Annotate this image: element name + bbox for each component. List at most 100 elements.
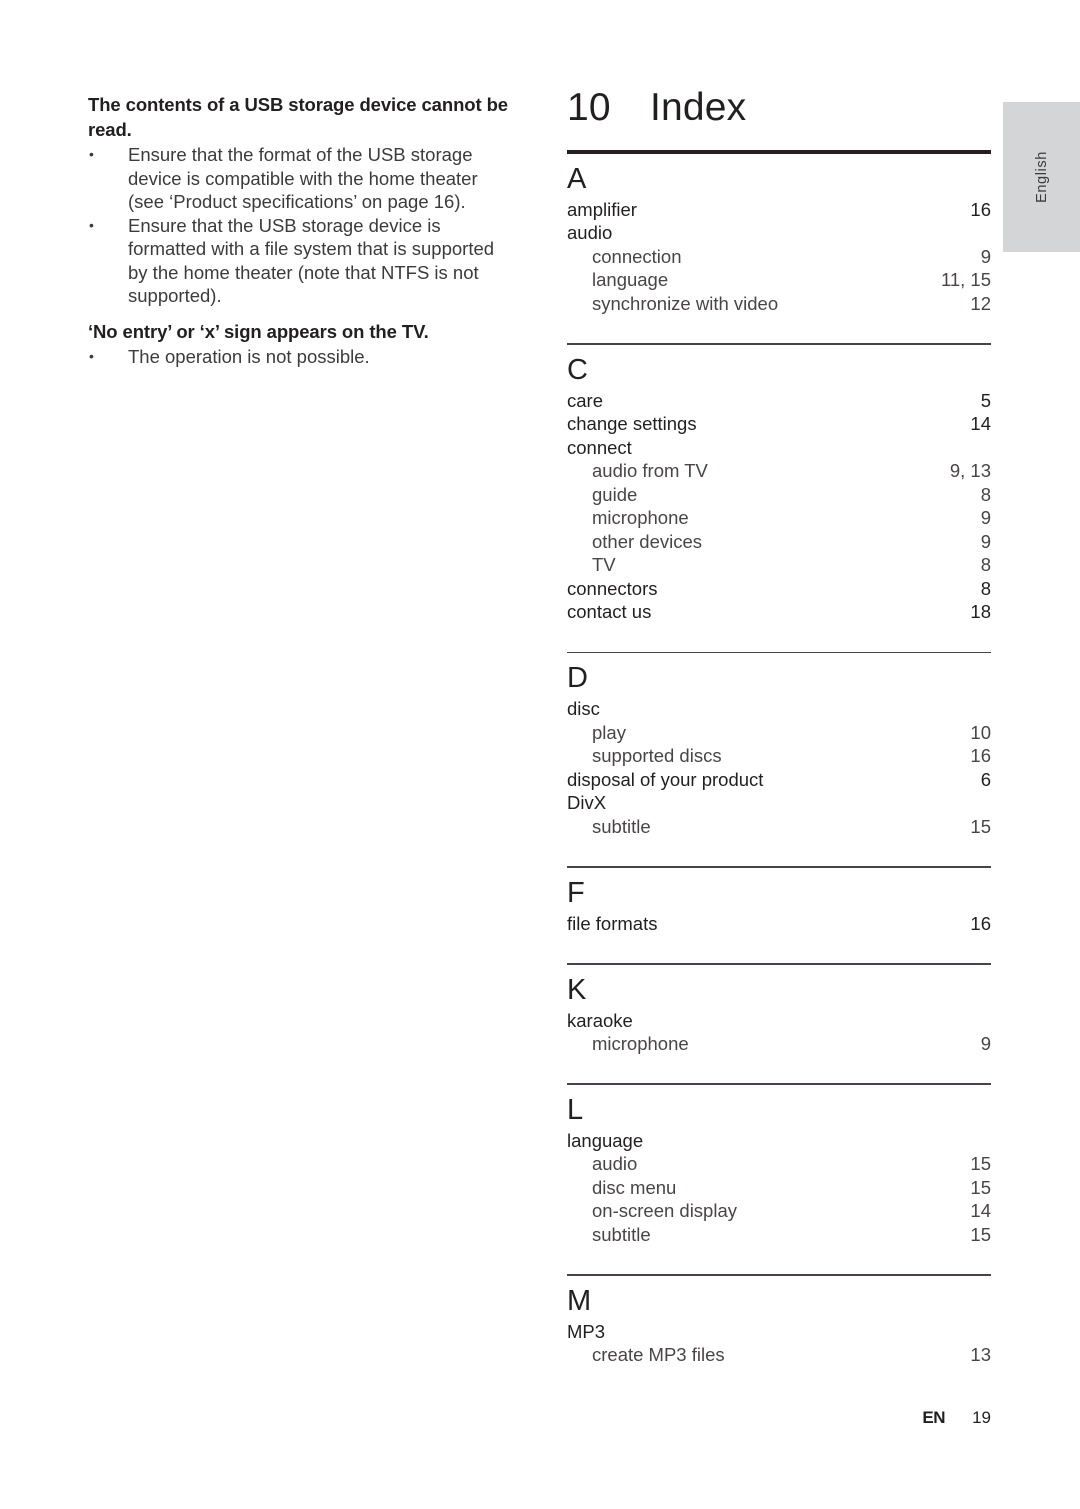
index-column: 10 Index Aamplifier 16 audio connection 9 lan… [567,86,991,1367]
index-entry-label: audio [592,1153,638,1175]
index-subentry[interactable]: on-screen display 14 [567,1199,991,1222]
index-entry-page: 9 [980,245,991,267]
index-subentry[interactable]: subtitle 15 [567,1223,991,1246]
index-entry-page: 10 [970,721,991,743]
index-section-f: Ffile formats 16 [567,868,991,935]
page-title: 10 Index [567,86,747,129]
index-entry-label: disc menu [592,1176,677,1198]
index-section-letter: M [567,1284,592,1317]
index-subentry[interactable]: TV 8 [567,553,991,576]
index-subentry[interactable]: language 11, 15 [567,268,991,291]
index-section-letter: F [567,876,585,909]
index-entry[interactable]: care 5 [567,389,991,412]
index-entry-label: connection [592,245,682,267]
index-entry-label: disc [567,698,600,720]
bullet-item-text: The operation is not possible. [128,346,370,368]
index-entry-label: subtitle [592,1223,651,1245]
index-section-m: M MP3 create MP3 files 13 [567,1276,991,1367]
index-section-letter: C [567,353,588,386]
index-entry-page: 8 [980,483,991,505]
index-entry-page: 9 [980,507,991,529]
index-section-d: Ddisc play 10 supported discs 16 disposal of … [567,653,991,838]
bullet-item-text: Ensure that the USB storage device is fo… [128,214,495,307]
index-section-c: Ccare 5 change settings 14 connect audio from… [567,345,991,624]
index-entry-label: contact us [567,601,652,623]
index-subentry[interactable]: microphone 9 [567,506,991,529]
index-subentry[interactable]: audio from TV 9, 13 [567,459,991,482]
index-entry-label: language [592,269,669,291]
index-entry[interactable]: change settings 14 [567,412,991,435]
index-subentry[interactable]: subtitle 15 [567,815,991,838]
index-section-letter: A [567,162,587,195]
index-entry[interactable]: audio [567,221,991,244]
index-entry-page: 6 [980,768,991,790]
troubleshooting-column: The contents of a USB storage device can… [88,93,508,369]
index-entry-label: other devices [592,530,703,552]
index-subentry[interactable]: guide 8 [567,483,991,506]
index-entry[interactable]: DivX [567,791,991,814]
index-subentry[interactable]: synchronize with video 12 [567,292,991,315]
index-section-letter: L [567,1093,584,1126]
index-entry-page: 9, 13 [949,460,991,482]
index-entry-label: microphone [592,507,689,529]
index-section-k: Kkaraoke microphone 9 [567,965,991,1056]
bullet-item-text: Ensure that the format of the USB storag… [128,144,478,213]
index-section-letter: K [567,973,587,1006]
index-entry-label: create MP3 files [592,1344,725,1366]
index-entry-page: 9 [980,530,991,552]
index-entry-label: synchronize with video [592,292,779,314]
index-entry[interactable]: karaoke [567,1009,991,1032]
index-entry[interactable]: connect [567,436,991,459]
index-entry[interactable]: disposal of your product 6 [567,768,991,791]
index-subentry[interactable]: create MP3 files 13 [567,1343,991,1366]
index-entry-label: TV [592,554,616,576]
index-subentry[interactable]: connection 9 [567,245,991,268]
index-entry-page: 12 [970,292,991,314]
index-entry-label: microphone [592,1032,689,1054]
index-entry-page: 15 [970,815,991,837]
index-section-letter: D [567,662,588,695]
index-entry[interactable]: disc [567,697,991,720]
index-entry-label: DivX [567,792,607,814]
index-entry[interactable]: contact us 18 [567,600,991,623]
troubleshooting-heading: The contents of a USB storage device can… [88,94,508,140]
index-subentry[interactable]: audio 15 [567,1152,991,1175]
index-entry-label: supported discs [592,745,722,767]
index-section-a: Aamplifier 16 audio connection 9 language 11, … [567,154,991,315]
index-subentry[interactable]: play 10 [567,721,991,744]
index-entry-label: karaoke [567,1009,633,1031]
index-entry-label: care [567,389,603,411]
index-entry-label: file formats [567,912,658,934]
index-entry-label: guide [592,483,638,505]
index-subentry[interactable]: disc menu 15 [567,1176,991,1199]
index-entry-page: 16 [970,198,991,220]
index-subentry[interactable]: microphone 9 [567,1032,991,1055]
troubleshooting-heading: ‘No entry’ or ‘x’ sign appears on the TV… [88,320,429,342]
index-entry[interactable]: amplifier 16 [567,198,991,221]
index-entry-page: 14 [970,413,991,435]
footer-page-number: 19 [972,1408,991,1427]
index-entry-label: change settings [567,413,697,435]
index-entry-label: language [567,1129,644,1151]
index-entry-page: 11, 15 [940,269,991,291]
index-entry[interactable]: file formats 16 [567,912,991,935]
index-subentry[interactable]: supported discs 16 [567,744,991,767]
index-entry[interactable]: MP3 [567,1320,991,1343]
page-footer: EN 19 [567,1408,991,1428]
index-subentry[interactable]: other devices 9 [567,530,991,553]
index-entry-page: 9 [980,1032,991,1054]
index-entry-label: connect [567,436,632,458]
bullet-item: • Ensure that the format of the USB stora… [88,143,508,213]
footer-locale: EN [922,1408,945,1427]
bullet-item: • Ensure that the USB storage device is f… [88,214,508,308]
index-entry-label: MP3 [567,1320,606,1342]
index-entry[interactable]: language [567,1129,991,1152]
index-entry-page: 15 [970,1176,991,1198]
index-entry-page: 13 [970,1344,991,1366]
index-entry-page: 5 [980,389,991,411]
index-entry[interactable]: connectors 8 [567,577,991,600]
